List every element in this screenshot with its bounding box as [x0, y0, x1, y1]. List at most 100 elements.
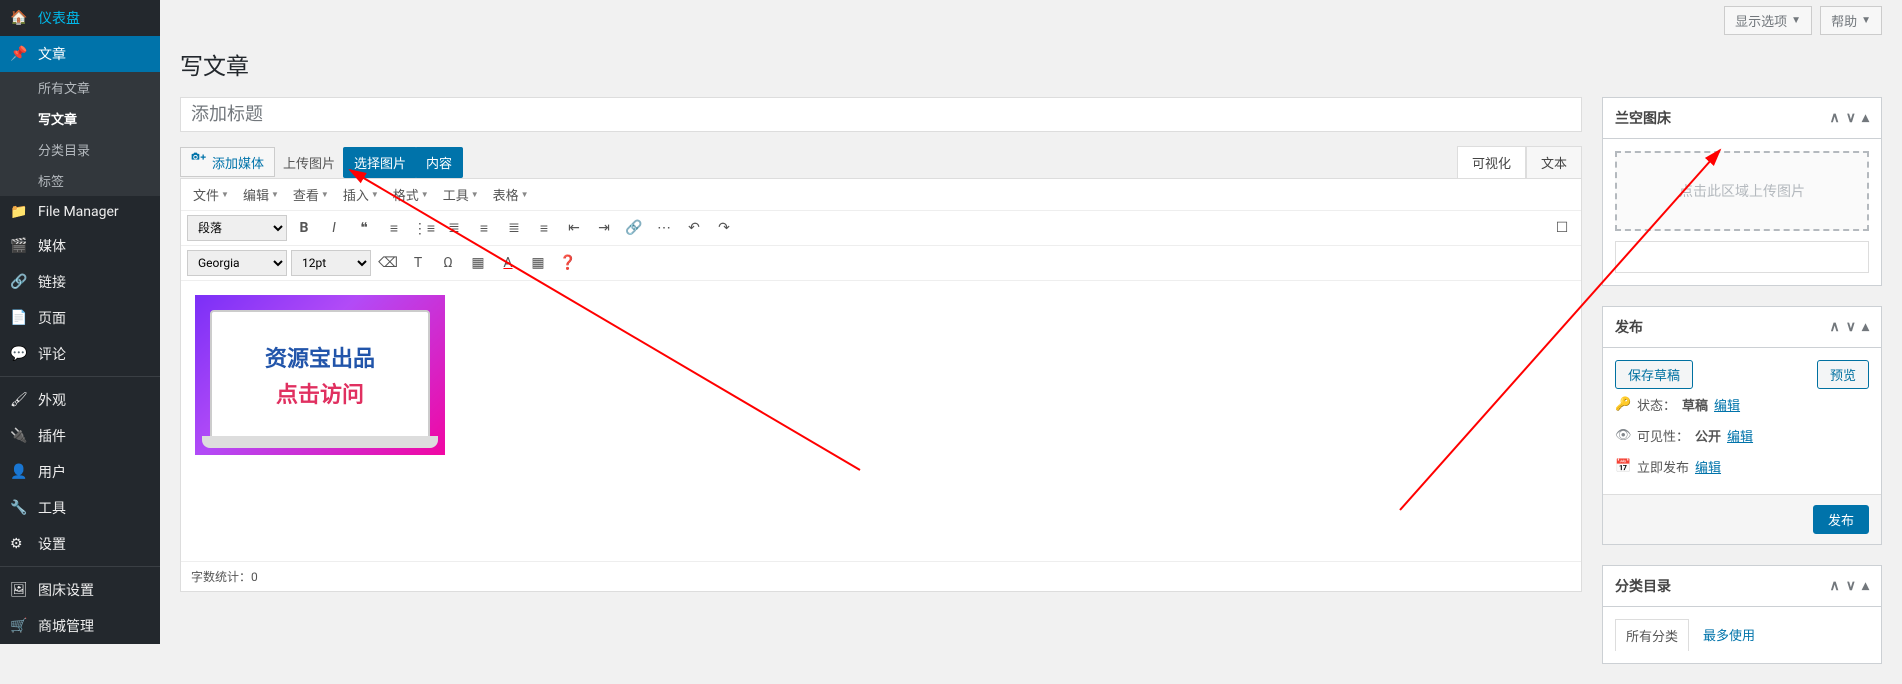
sidebar-subitem[interactable]: 标签	[0, 165, 160, 196]
cat-tab-all[interactable]: 所有分类	[1615, 619, 1689, 651]
text-color-icon[interactable]: A	[495, 250, 521, 276]
post-title-input[interactable]	[180, 97, 1582, 132]
admin-sidebar: 🏠仪表盘📌文章所有文章写文章分类目录标签📁File Manager🎬媒体🔗链接📄…	[0, 0, 160, 644]
upload-result-field[interactable]	[1615, 241, 1869, 273]
menu-格式[interactable]: 格式▼	[387, 181, 435, 208]
sidebar-subitem[interactable]: 所有文章	[0, 72, 160, 103]
quote-icon[interactable]: ❝	[351, 215, 377, 241]
publish-button[interactable]: 发布	[1813, 505, 1869, 534]
toggle-icon[interactable]: ▴	[1862, 578, 1869, 594]
edit-status-link[interactable]: 编辑	[1714, 395, 1740, 414]
indent-icon[interactable]: ⇥	[591, 215, 617, 241]
preview-button[interactable]: 预览	[1817, 360, 1869, 389]
categories-title: 分类目录	[1615, 576, 1671, 596]
sidebar-subitem[interactable]: 分类目录	[0, 134, 160, 165]
sidebar-item-comment[interactable]: 💬评论	[0, 336, 160, 372]
outdent-icon[interactable]: ⇤	[561, 215, 587, 241]
brush-icon: 🖌	[10, 392, 30, 408]
page-icon: 📄	[10, 310, 30, 326]
table-icon[interactable]: ▦	[465, 250, 491, 276]
editor-toolbar-2: Georgia 12pt ⌫ T Ω ▦ A ▦ ❓	[181, 246, 1581, 281]
edit-visibility-link[interactable]: 编辑	[1727, 426, 1753, 445]
help-icon[interactable]: ❓	[555, 250, 581, 276]
tab-text[interactable]: 文本	[1526, 146, 1582, 178]
toggle-icon[interactable]: ▴	[1862, 110, 1869, 126]
screen-meta-bar: 显示选项 ▼ 帮助 ▼	[180, 0, 1882, 41]
align-center-icon[interactable]: ≡	[471, 215, 497, 241]
sidebar-item-plugin[interactable]: 🔌插件	[0, 418, 160, 454]
save-draft-button[interactable]: 保存草稿	[1615, 360, 1693, 389]
sidebar-item-brush[interactable]: 🖌外观	[0, 382, 160, 418]
menu-文件[interactable]: 文件▼	[187, 181, 235, 208]
ol-icon[interactable]: ⋮≡	[411, 215, 437, 241]
dashboard-icon: 🏠	[10, 10, 30, 26]
folder-icon: 📁	[10, 204, 30, 220]
move-down-icon[interactable]: ∨	[1846, 319, 1856, 335]
font-family-select[interactable]: Georgia	[187, 250, 287, 276]
upload-image-label: 上传图片	[283, 153, 335, 172]
grid-icon[interactable]: ▦	[525, 250, 551, 276]
cat-tab-most[interactable]: 最多使用	[1701, 619, 1757, 651]
sidebar-item-gear[interactable]: ⚙设置	[0, 526, 160, 562]
sidebar-item-dashboard[interactable]: 🏠仪表盘	[0, 0, 160, 36]
link-icon: 🔗	[10, 274, 30, 290]
sidebar-item-pin[interactable]: 📌文章	[0, 36, 160, 72]
align-left-icon[interactable]: ≣	[441, 215, 467, 241]
ul-icon[interactable]: ≡	[381, 215, 407, 241]
user-icon: 👤	[10, 464, 30, 480]
toggle-icon[interactable]: ▴	[1862, 319, 1869, 335]
move-up-icon[interactable]: ∧	[1829, 578, 1839, 594]
edit-schedule-link[interactable]: 编辑	[1695, 457, 1721, 476]
more-icon[interactable]: ⋯	[651, 215, 677, 241]
add-media-button[interactable]: 添加媒体	[180, 147, 275, 177]
sidebar-item-image[interactable]: 🖼图床设置	[0, 572, 160, 608]
screen-options-button[interactable]: 显示选项 ▼	[1724, 6, 1812, 35]
editor-toolbar-1: 段落 B I ❝ ≡ ⋮≡ ≣ ≡ ≣ ≡ ⇤ ⇥ 🔗 ⋯ ↶ ↷ ☐	[181, 211, 1581, 246]
fullscreen-icon[interactable]: ☐	[1549, 215, 1575, 241]
sidebar-item-media[interactable]: 🎬媒体	[0, 228, 160, 264]
link-icon[interactable]: 🔗	[621, 215, 647, 241]
italic-button[interactable]: I	[321, 215, 347, 241]
sidebar-subitem[interactable]: 写文章	[0, 103, 160, 134]
sidebar-item-cart[interactable]: 🛒商城管理	[0, 608, 160, 644]
move-up-icon[interactable]: ∧	[1829, 110, 1839, 126]
content-button[interactable]: 内容	[415, 147, 463, 178]
font-size-select[interactable]: 12pt	[291, 250, 371, 276]
format-select[interactable]: 段落	[187, 215, 287, 241]
align-justify-icon[interactable]: ≡	[531, 215, 557, 241]
editor-body[interactable]: 资源宝出品 点击访问	[181, 281, 1581, 561]
bold-button[interactable]: B	[291, 215, 317, 241]
redo-icon[interactable]: ↷	[711, 215, 737, 241]
caret-down-icon: ▼	[1861, 15, 1871, 26]
gear-icon: ⚙	[10, 536, 30, 552]
categories-box: 分类目录 ∧ ∨ ▴ 所有分类 最多使用	[1602, 565, 1882, 664]
menu-插入[interactable]: 插入▼	[337, 181, 385, 208]
move-up-icon[interactable]: ∧	[1829, 319, 1839, 335]
menu-编辑[interactable]: 编辑▼	[237, 181, 285, 208]
caret-down-icon: ▼	[271, 190, 279, 199]
sidebar-item-page[interactable]: 📄页面	[0, 300, 160, 336]
sidebar-item-user[interactable]: 👤用户	[0, 454, 160, 490]
sidebar-item-wrench[interactable]: 🔧工具	[0, 490, 160, 526]
sidebar-item-folder[interactable]: 📁File Manager	[0, 196, 160, 228]
select-image-button[interactable]: 选择图片	[343, 147, 417, 178]
undo-icon[interactable]: ↶	[681, 215, 707, 241]
move-down-icon[interactable]: ∨	[1846, 578, 1856, 594]
tab-visual[interactable]: 可视化	[1457, 146, 1526, 178]
clear-format-icon[interactable]: ⌫	[375, 250, 401, 276]
menu-表格[interactable]: 表格▼	[487, 181, 535, 208]
align-right-icon[interactable]: ≣	[501, 215, 527, 241]
plugin-icon: 🔌	[10, 428, 30, 444]
move-down-icon[interactable]: ∨	[1846, 110, 1856, 126]
paste-text-icon[interactable]: T	[405, 250, 431, 276]
special-char-icon[interactable]: Ω	[435, 250, 461, 276]
caret-down-icon: ▼	[321, 190, 329, 199]
sidebar-item-link[interactable]: 🔗链接	[0, 264, 160, 300]
menu-查看[interactable]: 查看▼	[287, 181, 335, 208]
upload-image-area[interactable]: 点击此区域上传图片	[1615, 151, 1869, 231]
help-button[interactable]: 帮助 ▼	[1820, 6, 1882, 35]
menu-工具[interactable]: 工具▼	[437, 181, 485, 208]
eye-icon: 👁	[1615, 428, 1631, 443]
caret-down-icon: ▼	[221, 190, 229, 199]
key-icon: 🔑	[1615, 397, 1631, 412]
